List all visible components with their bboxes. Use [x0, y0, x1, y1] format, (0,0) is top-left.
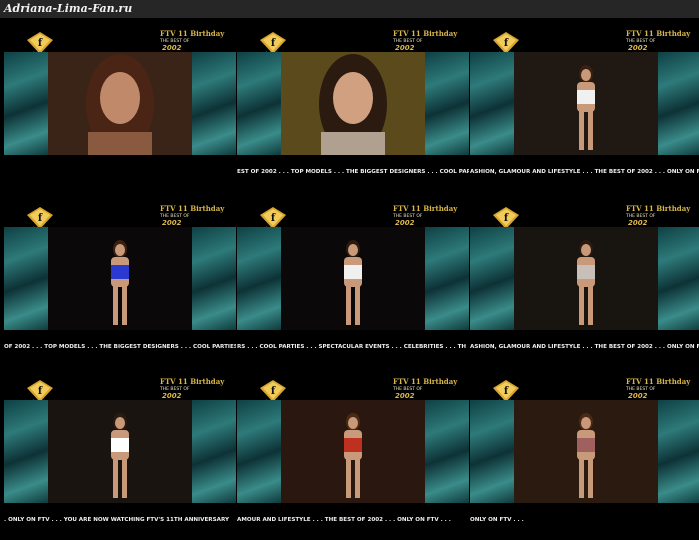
- news-ticker: ASHION, GLAMOUR AND LIFESTYLE . . . THE …: [470, 169, 699, 175]
- runway-scene: [48, 227, 192, 330]
- teal-panel-right: [192, 52, 236, 155]
- teal-panel-right: [425, 52, 469, 155]
- birthday-title: FTV 11 Birthday: [393, 377, 458, 386]
- logo-letter: f: [504, 386, 509, 397]
- news-ticker: OF 2002 . . . TOP MODELS . . . THE BIGGE…: [4, 344, 236, 350]
- news-ticker: . ONLY ON FTV . . . YOU ARE NOW WATCHING…: [4, 517, 230, 523]
- video-frame-5: f fashiontv FTV 11 Birthday THE BEST OF …: [237, 193, 469, 363]
- video-frame-3: f fashiontv FTV 11 Birthday THE BEST OF …: [470, 18, 699, 188]
- teal-panel-right: [192, 227, 236, 330]
- logo-letter: f: [38, 213, 43, 224]
- teal-panel-left: [237, 400, 281, 503]
- teal-panel-right: [425, 227, 469, 330]
- year-label: 2002: [162, 44, 182, 52]
- video-frame-9: f fashiontv FTV 11 Birthday THE BEST OF …: [470, 366, 699, 536]
- teal-panel-right: [658, 227, 699, 330]
- video-frame-7: f fashiontv FTV 11 Birthday THE BEST OF …: [4, 366, 236, 536]
- runway-scene: [514, 400, 658, 503]
- teal-panel-left: [4, 400, 48, 503]
- video-frame-2: f fashiontv FTV 11 Birthday THE BEST OF …: [237, 18, 469, 188]
- news-ticker: [4, 166, 236, 178]
- year-label: 2002: [395, 219, 415, 227]
- birthday-title: FTV 11 Birthday: [393, 29, 458, 38]
- runway-scene: [281, 227, 425, 330]
- year-label: 2002: [628, 44, 648, 52]
- logo-letter: f: [271, 213, 276, 224]
- teal-panel-left: [237, 227, 281, 330]
- video-frame-6: f fashiontv FTV 11 Birthday THE BEST OF …: [470, 193, 699, 363]
- video-frame-4: f fashiontv FTV 11 Birthday THE BEST OF …: [4, 193, 236, 363]
- teal-panel-right: [192, 400, 236, 503]
- runway-scene: [281, 52, 425, 155]
- thumbnail-grid: f fashiontv FTV 11 Birthday THE BEST OF …: [0, 18, 699, 540]
- video-frame-8: f fashiontv FTV 11 Birthday THE BEST OF …: [237, 366, 469, 536]
- video-picture: [470, 52, 699, 155]
- logo-letter: f: [504, 38, 509, 49]
- video-picture: [237, 227, 469, 330]
- year-label: 2002: [162, 219, 182, 227]
- logo-letter: f: [38, 386, 43, 397]
- birthday-title: FTV 11 Birthday: [160, 29, 225, 38]
- birthday-title: FTV 11 Birthday: [160, 204, 225, 213]
- year-label: 2002: [162, 392, 182, 400]
- teal-panel-right: [658, 400, 699, 503]
- video-picture: [237, 52, 469, 155]
- year-label: 2002: [628, 392, 648, 400]
- birthday-title: FTV 11 Birthday: [626, 29, 691, 38]
- teal-panel-left: [237, 52, 281, 155]
- video-picture: [4, 52, 236, 155]
- video-frame-1: f fashiontv FTV 11 Birthday THE BEST OF …: [4, 18, 236, 188]
- logo-letter: f: [271, 38, 276, 49]
- teal-panel-right: [425, 400, 469, 503]
- year-label: 2002: [395, 44, 415, 52]
- teal-panel-left: [470, 227, 514, 330]
- news-ticker: ASHION, GLAMOUR AND LIFESTYLE . . . THE …: [470, 344, 699, 350]
- news-ticker: EST OF 2002 . . . TOP MODELS . . . THE B…: [237, 169, 469, 175]
- teal-panel-left: [470, 52, 514, 155]
- year-label: 2002: [628, 219, 648, 227]
- news-ticker: ONLY ON FTV . . .: [470, 517, 524, 523]
- runway-scene: [281, 400, 425, 503]
- logo-letter: f: [38, 38, 43, 49]
- year-label: 2002: [395, 392, 415, 400]
- teal-panel-left: [470, 400, 514, 503]
- video-picture: [237, 400, 469, 503]
- birthday-title: FTV 11 Birthday: [160, 377, 225, 386]
- runway-scene: [514, 227, 658, 330]
- news-ticker: AMOUR AND LIFESTYLE . . . THE BEST OF 20…: [237, 517, 451, 523]
- runway-scene: [48, 400, 192, 503]
- logo-letter: f: [504, 213, 509, 224]
- birthday-title: FTV 11 Birthday: [626, 377, 691, 386]
- video-picture: [4, 227, 236, 330]
- video-picture: [4, 400, 236, 503]
- teal-panel-right: [658, 52, 699, 155]
- site-title: Adriana-Lima-Fan.ru: [0, 0, 699, 18]
- birthday-title: FTV 11 Birthday: [626, 204, 691, 213]
- news-ticker: RS . . . COOL PARTIES . . . SPECTACULAR …: [237, 344, 467, 350]
- birthday-title: FTV 11 Birthday: [393, 204, 458, 213]
- teal-panel-left: [4, 52, 48, 155]
- teal-panel-left: [4, 227, 48, 330]
- runway-scene: [48, 52, 192, 155]
- runway-scene: [514, 52, 658, 155]
- logo-letter: f: [271, 386, 276, 397]
- video-picture: [470, 227, 699, 330]
- video-picture: [470, 400, 699, 503]
